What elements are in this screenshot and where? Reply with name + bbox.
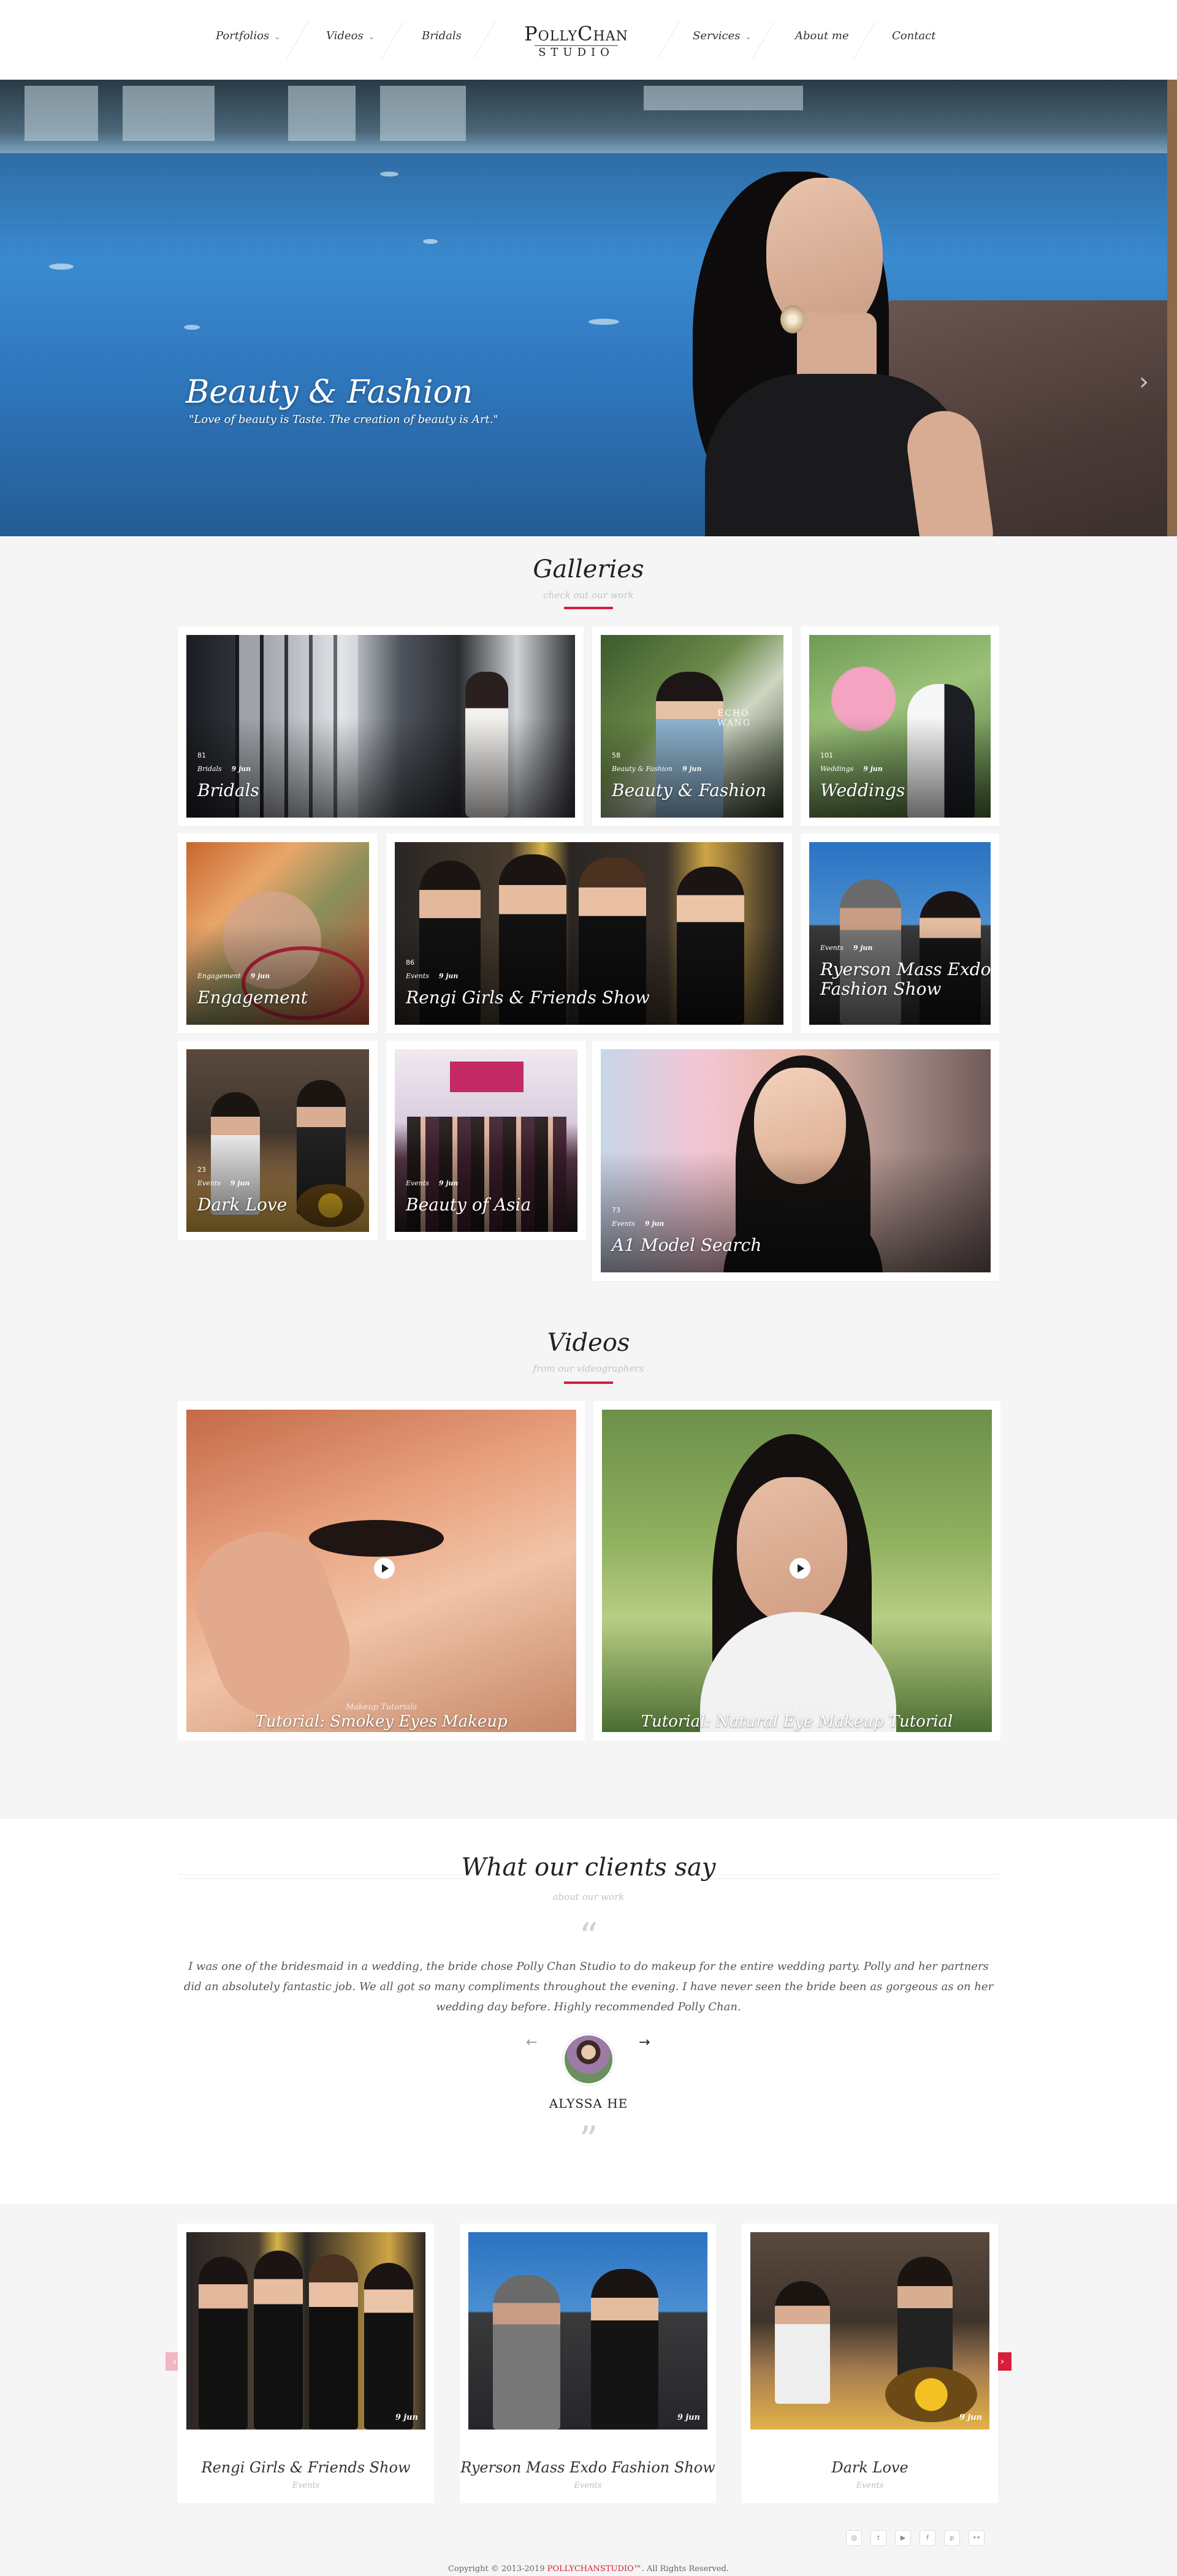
nav-bridals[interactable]: Bridals xyxy=(422,29,462,42)
site-logo[interactable]: PollyChan STUDIO xyxy=(503,22,650,63)
hero-model-earring xyxy=(780,305,805,333)
instagram-icon[interactable]: ◎ xyxy=(846,2530,862,2546)
gallery-card-title: Beauty & Fashion xyxy=(612,780,767,800)
videos-title: Videos xyxy=(547,1329,630,1357)
videos-title-underline xyxy=(564,1381,613,1384)
nav-contact[interactable]: Contact xyxy=(892,29,935,42)
gallery-card-a1-model[interactable]: 73 Events 9 jun A1 Model Search xyxy=(592,1041,999,1281)
gallery-card-title: Beauty of Asia xyxy=(406,1195,531,1215)
galleries-subtitle: check out our work xyxy=(543,590,634,601)
testimonials-title: What our clients say xyxy=(461,1853,716,1882)
nav-divider xyxy=(657,21,680,59)
gallery-card-rengi-girls[interactable]: 86 Events 9 jun Rengi Girls & Friends Sho… xyxy=(386,834,792,1033)
nav-services[interactable]: Services ⌄ xyxy=(693,29,752,42)
close-quote-icon: ” xyxy=(579,2119,598,2162)
event-card-category: Events xyxy=(856,2481,884,2490)
twitter-icon[interactable]: t xyxy=(870,2530,886,2546)
gallery-card-title: A1 Model Search xyxy=(612,1235,762,1255)
event-card-dark-love[interactable]: 9 jun Dark Love Events xyxy=(742,2224,998,2503)
client-avatar xyxy=(563,2034,614,2085)
galleries-title: Galleries xyxy=(533,555,644,583)
event-card-title: Ryerson Mass Exdo Fashion Show xyxy=(460,2459,715,2476)
gallery-card-beauty-fashion[interactable]: ECHO WANG 58 Beauty & Fashion9 jun Beaut… xyxy=(592,626,792,826)
nav-divider xyxy=(286,21,309,59)
testimonial-next-arrow-icon[interactable]: → xyxy=(639,2035,650,2050)
gallery-card-bridals[interactable]: 81 Bridals 9 jun Bridals xyxy=(178,626,584,826)
client-name: ALYSSA HE xyxy=(549,2096,628,2111)
hero-title: Beauty & Fashion xyxy=(186,374,473,411)
facebook-icon[interactable]: f xyxy=(920,2530,935,2546)
video-card-smokey-eyes[interactable]: Makeup Tutorials Tutorial: Smokey Eyes M… xyxy=(178,1401,585,1741)
event-card-title: Dark Love xyxy=(831,2459,908,2476)
gallery-card-title: Weddings xyxy=(820,780,905,800)
event-card-ryerson[interactable]: 9 jun Ryerson Mass Exdo Fashion Show Eve… xyxy=(460,2224,716,2503)
gallery-card-engagement[interactable]: Engagement 9 jun Engagement xyxy=(178,834,378,1033)
video-card-natural-eye[interactable]: Makeup Tutorials Tutorial: Natural Eye M… xyxy=(593,1401,1000,1741)
hero-next-slide-peek xyxy=(1167,80,1177,536)
hero-light-ripple xyxy=(380,172,398,177)
hero-background-windows xyxy=(0,80,1177,153)
hero-light-ripple xyxy=(184,325,200,330)
video-title: Tutorial: Natural Eye Makeup Tutorial xyxy=(641,1712,953,1731)
play-icon[interactable] xyxy=(790,1558,810,1579)
event-card-category: Events xyxy=(574,2481,602,2490)
galleries-title-underline xyxy=(564,607,613,609)
gallery-card-title: Ryerson Mass Exdo Fashion Show xyxy=(820,959,991,999)
hero-next-arrow-icon[interactable]: › xyxy=(1139,368,1149,396)
logo-wordmark: PollyChan xyxy=(524,22,628,45)
event-card-title: Rengi Girls & Friends Show xyxy=(201,2459,411,2476)
testimonial-prev-arrow-icon[interactable]: ← xyxy=(526,2035,537,2050)
open-quote-icon: “ xyxy=(579,1915,598,1958)
hero-subtitle: "Love of beauty is Taste. The creation o… xyxy=(189,413,498,426)
testimonial-quote: I was one of the bridesmaid in a wedding… xyxy=(183,1960,994,2013)
chevron-down-icon: ⌄ xyxy=(368,32,375,41)
play-icon[interactable] xyxy=(374,1558,395,1579)
flickr-icon[interactable]: •• xyxy=(969,2530,985,2546)
nav-divider xyxy=(853,21,876,59)
nav-divider xyxy=(381,21,404,59)
gallery-card-title: Engagement xyxy=(197,987,308,1008)
pinterest-icon[interactable]: p xyxy=(944,2530,960,2546)
copyright: Copyright © 2013-2019 POLLYCHANSTUDIO™. … xyxy=(448,2564,729,2574)
hero-light-ripple xyxy=(49,264,74,270)
hero-slider[interactable]: Beauty & Fashion "Love of beauty is Tast… xyxy=(0,80,1177,536)
videos-subtitle: from our videographers xyxy=(533,1363,644,1374)
nav-videos[interactable]: Videos ⌄ xyxy=(326,29,375,42)
gallery-card-title: Dark Love xyxy=(197,1195,288,1215)
hero-light-ripple xyxy=(588,319,619,325)
testimonials-subtitle: about our work xyxy=(552,1891,625,1902)
gallery-card-dark-love[interactable]: 23 Events 9 jun Dark Love xyxy=(178,1041,378,1241)
site-header: Portfolios ⌄ Videos ⌄ Bridals PollyChan ST… xyxy=(0,0,1177,80)
nav-portfolios[interactable]: Portfolios ⌄ xyxy=(216,29,280,42)
video-title: Tutorial: Smokey Eyes Makeup xyxy=(255,1712,508,1731)
copyright-brand-link[interactable]: POLLYCHANSTUDIO™ xyxy=(547,2564,642,2574)
youtube-icon[interactable]: ▶ xyxy=(895,2530,911,2546)
gallery-card-title: Rengi Girls & Friends Show xyxy=(406,987,650,1008)
gallery-card-ryerson[interactable]: Events 9 jun Ryerson Mass Exdo Fashion Sh… xyxy=(801,834,999,1033)
gallery-card-beauty-of-asia[interactable]: Events 9 jun Beauty of Asia xyxy=(386,1041,586,1241)
gallery-card-title: Bridals xyxy=(197,780,259,800)
hero-light-ripple xyxy=(423,239,438,244)
nav-about[interactable]: About me xyxy=(795,29,849,42)
chevron-down-icon: ⌄ xyxy=(274,32,281,41)
event-card-category: Events xyxy=(292,2481,320,2490)
nav-divider xyxy=(752,21,775,59)
nav-divider xyxy=(473,21,496,59)
chevron-down-icon: ⌄ xyxy=(745,32,752,41)
logo-subtitle: STUDIO xyxy=(535,45,618,59)
event-card-rengi-girls[interactable]: 9 jun Rengi Girls & Friends Show Events xyxy=(178,2224,434,2503)
gallery-card-weddings[interactable]: 101 Weddings 9 jun Weddings xyxy=(801,626,999,826)
